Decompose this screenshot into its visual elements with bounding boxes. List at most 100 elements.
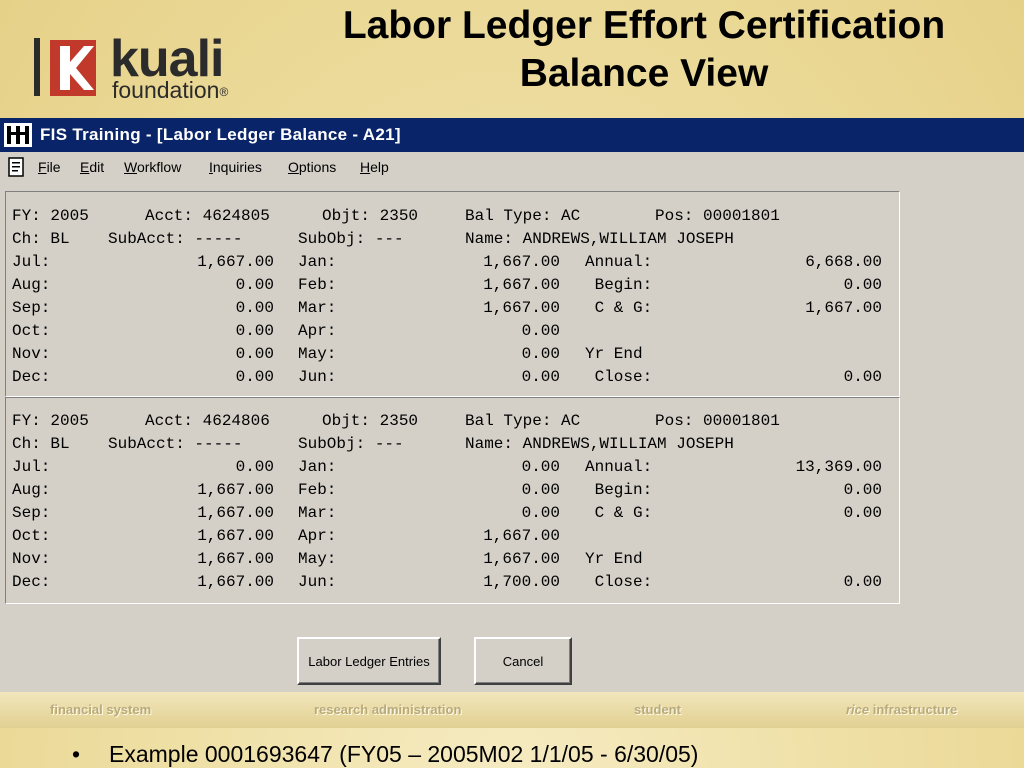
month-label: Mar: — [298, 299, 337, 317]
summary-amount: 0.00 — [843, 504, 882, 522]
fiscal-year: FY: 2005 — [12, 412, 89, 430]
balance-row: Aug: 0.00 Feb: 1,667.00 Begin: 0.00 — [12, 274, 882, 297]
balance-row: Jul: 1,667.00 Jan: 1,667.00 Annual: 6,66… — [12, 251, 882, 274]
balance-row: Nov: 0.00 May: 0.00 Yr End — [12, 343, 643, 366]
month-label: Dec: — [12, 573, 51, 591]
object-code: Objt: 2350 — [322, 412, 419, 430]
sub-object: SubObj: --- — [298, 435, 404, 453]
summary-amount: 1,667.00 — [805, 299, 882, 317]
month-amount: 1,667.00 — [483, 299, 560, 317]
month-amount: 1,667.00 — [197, 481, 274, 499]
month-amount: 0.00 — [521, 368, 560, 386]
menu-help[interactable]: Help — [360, 158, 389, 176]
summary-label: Begin: — [585, 276, 653, 294]
menu-file[interactable]: File — [38, 158, 61, 176]
month-label: Oct: — [12, 322, 51, 340]
balance-type: Bal Type: AC — [465, 412, 581, 430]
sub-account: SubAcct: ----- — [108, 230, 243, 248]
app-window: FIS Training - [Labor Ledger Balance - A… — [0, 118, 1024, 692]
sub-object: SubObj: --- — [298, 230, 404, 248]
month-amount: 1,667.00 — [197, 504, 274, 522]
footer-tab-rice-infrastructure: rice infrastructure — [846, 702, 958, 717]
balance-row: Dec: 1,667.00 Jun: 1,700.00 Close: 0.00 — [12, 571, 882, 594]
month-amount: 0.00 — [235, 345, 274, 363]
summary-amount: 0.00 — [843, 276, 882, 294]
month-amount: 0.00 — [235, 299, 274, 317]
month-label: Nov: — [12, 550, 51, 568]
position: Pos: 00001801 — [655, 207, 780, 225]
balance-row: Aug: 1,667.00 Feb: 0.00 Begin: 0.00 — [12, 479, 882, 502]
balance-row: Sep: 1,667.00 Mar: 0.00 C & G: 0.00 — [12, 502, 882, 525]
month-label: Sep: — [12, 299, 51, 317]
month-amount: 1,667.00 — [483, 253, 560, 271]
month-amount: 1,667.00 — [197, 550, 274, 568]
registered-mark: ® — [219, 84, 229, 99]
summary-amount: 0.00 — [843, 368, 882, 386]
summary-label: Annual: — [585, 458, 653, 476]
month-label: Nov: — [12, 345, 51, 363]
balance-row: Nov: 1,667.00 May: 1,667.00 Yr End — [12, 548, 643, 571]
slide-title: Labor Ledger Effort Certification Balanc… — [342, 4, 946, 95]
month-label: Apr: — [298, 527, 337, 545]
account: Acct: 4624806 — [145, 412, 270, 430]
summary-amount: 13,369.00 — [795, 458, 882, 476]
window-title: FIS Training - [Labor Ledger Balance - A… — [40, 125, 401, 144]
month-amount: 1,700.00 — [483, 573, 560, 591]
summary-amount: 0.00 — [843, 481, 882, 499]
balance-row: Oct: 1,667.00 Apr: 1,667.00 — [12, 525, 560, 548]
month-amount: 0.00 — [521, 322, 560, 340]
month-amount: 0.00 — [521, 504, 560, 522]
chart: Ch: BL — [12, 230, 70, 248]
month-label: Feb: — [298, 276, 337, 294]
logo-subtitle: foundation® — [112, 78, 228, 104]
menu-inquiries[interactable]: Inquiries — [209, 158, 262, 176]
summary-label: Yr End — [585, 345, 643, 363]
balance-row: Sep: 0.00 Mar: 1,667.00 C & G: 1,667.00 — [12, 297, 882, 320]
month-amount: 0.00 — [521, 481, 560, 499]
summary-label: Annual: — [585, 253, 653, 271]
month-label: Aug: — [12, 276, 51, 294]
balance-record-2: FY: 2005 Acct: 4624806 Objt: 2350 Bal Ty… — [5, 397, 900, 604]
month-label: Oct: — [12, 527, 51, 545]
summary-label: Close: — [585, 368, 653, 386]
balance-record-1: FY: 2005 Acct: 4624805 Objt: 2350 Bal Ty… — [5, 191, 900, 397]
position: Pos: 00001801 — [655, 412, 780, 430]
menu-workflow[interactable]: Workflow — [124, 158, 181, 176]
summary-amount: 0.00 — [843, 573, 882, 591]
balance-row: Oct: 0.00 Apr: 0.00 — [12, 320, 560, 343]
window-titlebar[interactable]: FIS Training - [Labor Ledger Balance - A… — [0, 118, 1024, 152]
record-header-line: Ch: BL SubAcct: ----- SubObj: --- Name: … — [12, 433, 734, 456]
month-amount: 1,667.00 — [483, 276, 560, 294]
month-label: Jan: — [298, 458, 337, 476]
account: Acct: 4624805 — [145, 207, 270, 225]
employee-name: Name: ANDREWS,WILLIAM JOSEPH — [465, 435, 734, 453]
bullet-text: Example 0001693647 (FY05 – 2005M02 1/1/0… — [109, 741, 699, 767]
month-label: Jan: — [298, 253, 337, 271]
month-amount: 1,667.00 — [483, 550, 560, 568]
record-header-line: FY: 2005 Acct: 4624805 Objt: 2350 Bal Ty… — [12, 205, 780, 228]
month-label: May: — [298, 550, 337, 568]
document-icon[interactable] — [8, 157, 26, 177]
summary-label: Begin: — [585, 481, 653, 499]
summary-label: C & G: — [585, 504, 653, 522]
balance-row: Dec: 0.00 Jun: 0.00 Close: 0.00 — [12, 366, 882, 389]
menu-edit[interactable]: Edit — [80, 158, 104, 176]
month-amount: 1,667.00 — [197, 253, 274, 271]
fiscal-year: FY: 2005 — [12, 207, 89, 225]
month-amount: 1,667.00 — [197, 573, 274, 591]
summary-label: Close: — [585, 573, 653, 591]
app-trident-icon[interactable] — [3, 122, 33, 148]
menu-options[interactable]: Options — [288, 158, 336, 176]
month-amount: 0.00 — [521, 458, 560, 476]
labor-ledger-entries-button[interactable]: Labor Ledger Entries — [297, 637, 441, 685]
month-label: Jul: — [12, 253, 51, 271]
month-amount: 1,667.00 — [197, 527, 274, 545]
bullet-marker: • — [72, 741, 81, 767]
month-label: Jul: — [12, 458, 51, 476]
chart: Ch: BL — [12, 435, 70, 453]
month-label: Aug: — [12, 481, 51, 499]
cancel-button[interactable]: Cancel — [474, 637, 572, 685]
month-label: Feb: — [298, 481, 337, 499]
employee-name: Name: ANDREWS,WILLIAM JOSEPH — [465, 230, 734, 248]
record-header-line: Ch: BL SubAcct: ----- SubObj: --- Name: … — [12, 228, 734, 251]
